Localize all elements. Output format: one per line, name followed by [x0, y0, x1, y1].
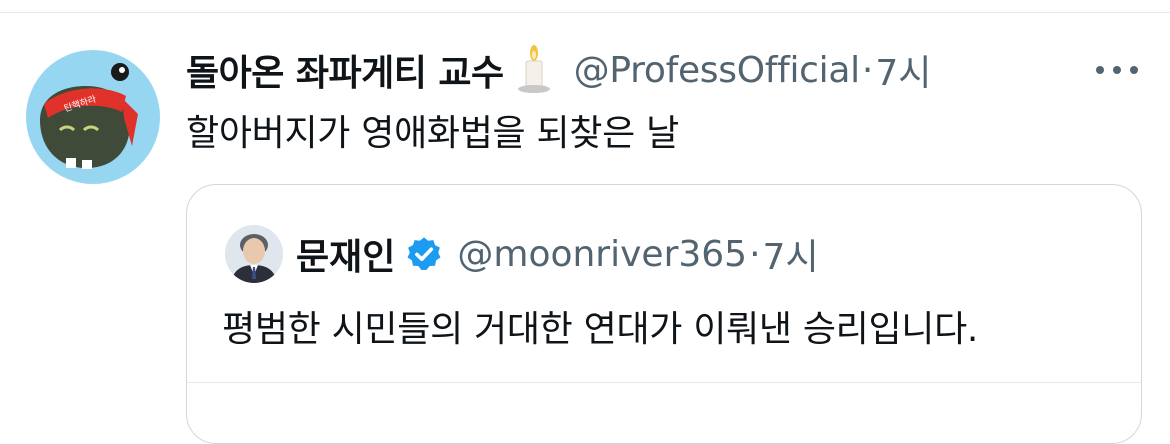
verified-badge-icon	[407, 237, 441, 271]
quoted-card-divider	[187, 382, 1141, 383]
tweet[interactable]: 탄핵하라 돌아온 좌파게티 교수 @ProfessOfficial · 7시 할…	[0, 0, 1170, 444]
avatar[interactable]: 탄핵하라	[26, 50, 160, 184]
quoted-display-name[interactable]: 문재인	[296, 228, 395, 280]
more-options-icon[interactable]	[1094, 62, 1140, 78]
handle[interactable]: @ProfessOfficial	[574, 50, 861, 91]
quoted-timestamp[interactable]: 7시	[763, 228, 819, 280]
quoted-tweet-text: 평범한 시민들의 거대한 연대가 이뤄낸 승리입니다.	[222, 309, 979, 350]
avatar-character-icon: 탄핵하라	[40, 63, 138, 169]
candle-icon	[517, 45, 550, 93]
display-name[interactable]: 돌아온 좌파게티 교수	[186, 44, 504, 96]
timestamp[interactable]: 7시	[875, 44, 931, 96]
quoted-handle[interactable]: @moonriver365	[457, 234, 747, 275]
tweet-text: 할아버지가 영애화법을 되찾은 날	[186, 113, 679, 154]
separator-dot: ·	[861, 49, 874, 91]
tweet-header: 돌아온 좌파게티 교수 @ProfessOfficial · 7시	[186, 44, 931, 96]
quoted-avatar-photo-icon	[225, 225, 283, 283]
quoted-tweet-header: 문재인 @moonriver365 · 7시	[296, 226, 819, 282]
quoted-avatar[interactable]	[225, 225, 283, 283]
quoted-separator-dot: ·	[749, 233, 761, 275]
